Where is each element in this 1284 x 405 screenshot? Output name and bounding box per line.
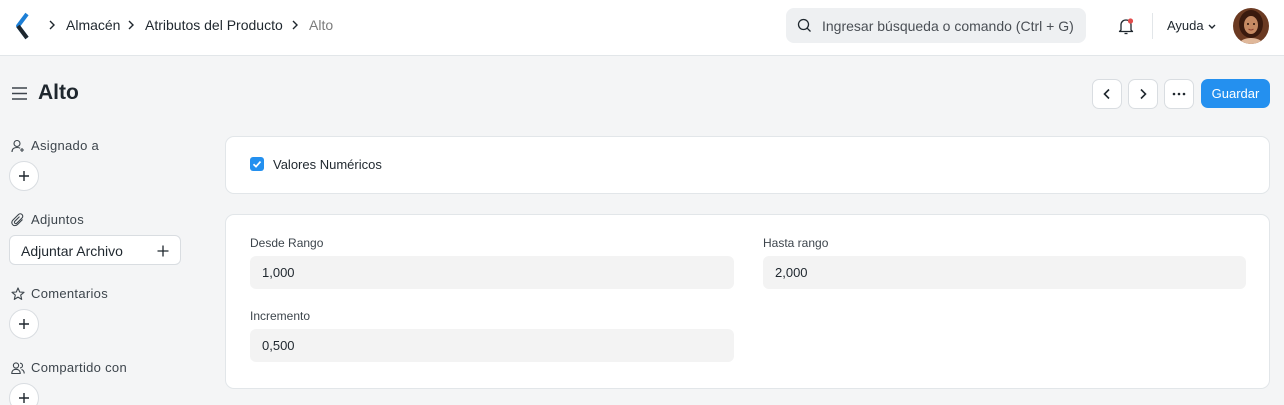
attachments-label: Adjuntos xyxy=(31,212,84,227)
user-plus-icon xyxy=(11,139,24,153)
help-menu[interactable]: Ayuda xyxy=(1167,18,1204,33)
add-assignee-button[interactable] xyxy=(9,161,39,191)
chevron-down-icon[interactable] xyxy=(1207,23,1217,31)
sidebar-toggle-icon[interactable] xyxy=(11,86,28,101)
to-range-label: Hasta rango xyxy=(763,236,829,250)
numeric-values-checkbox[interactable] xyxy=(250,157,264,171)
previous-record-button[interactable] xyxy=(1092,79,1122,109)
numeric-values-card: Valores Numéricos xyxy=(225,136,1270,194)
chevron-right-icon xyxy=(128,20,134,30)
check-icon xyxy=(252,161,262,168)
navbar-divider xyxy=(1152,13,1153,39)
range-card: Desde Rango 1,000 Hasta rango 2,000 Incr… xyxy=(225,214,1270,389)
chevron-right-icon xyxy=(49,20,55,30)
plus-icon xyxy=(19,319,29,329)
more-actions-button[interactable] xyxy=(1164,79,1194,109)
add-comment-button[interactable] xyxy=(9,309,39,339)
page-title: Alto xyxy=(38,81,79,104)
chevron-left-icon xyxy=(1103,88,1110,100)
comments-label: Comentarios xyxy=(31,286,108,301)
plus-icon xyxy=(19,171,29,181)
from-range-label: Desde Rango xyxy=(250,236,324,250)
more-horizontal-icon xyxy=(1172,92,1186,96)
navbar: Almacén Atributos del Producto Alto Ingr… xyxy=(0,0,1284,56)
breadcrumb-almacen[interactable]: Almacén xyxy=(66,17,120,33)
add-share-button[interactable] xyxy=(9,383,39,405)
numeric-values-label: Valores Numéricos xyxy=(273,157,382,172)
search-input[interactable]: Ingresar búsqueda o comando (Ctrl + G) xyxy=(786,8,1086,43)
breadcrumb-current[interactable]: Alto xyxy=(309,17,333,33)
to-range-input[interactable]: 2,000 xyxy=(763,256,1246,289)
paperclip-icon xyxy=(11,213,24,227)
chevron-right-icon xyxy=(1140,88,1147,100)
increment-input[interactable]: 0,500 xyxy=(250,329,734,362)
plus-icon xyxy=(19,393,29,403)
search-icon xyxy=(797,18,811,32)
shared-with-label: Compartido con xyxy=(31,360,127,375)
star-icon xyxy=(11,287,25,300)
search-placeholder: Ingresar búsqueda o comando (Ctrl + G) xyxy=(822,18,1074,34)
assigned-to-label: Asignado a xyxy=(31,138,100,153)
save-button[interactable]: Guardar xyxy=(1201,79,1270,108)
plus-icon xyxy=(157,245,169,257)
breadcrumb-atributos[interactable]: Atributos del Producto xyxy=(145,17,283,33)
increment-label: Incremento xyxy=(250,309,311,323)
avatar[interactable] xyxy=(1233,8,1269,44)
attach-file-label: Adjuntar Archivo xyxy=(21,243,123,259)
from-range-input[interactable]: 1,000 xyxy=(250,256,734,289)
bell-icon[interactable] xyxy=(1117,17,1135,36)
attach-file-button[interactable]: Adjuntar Archivo xyxy=(9,235,181,265)
users-icon xyxy=(11,362,25,375)
app-logo-icon[interactable] xyxy=(13,12,33,42)
chevron-right-icon xyxy=(292,20,298,30)
user-avatar-image xyxy=(1233,8,1269,44)
next-record-button[interactable] xyxy=(1128,79,1158,109)
